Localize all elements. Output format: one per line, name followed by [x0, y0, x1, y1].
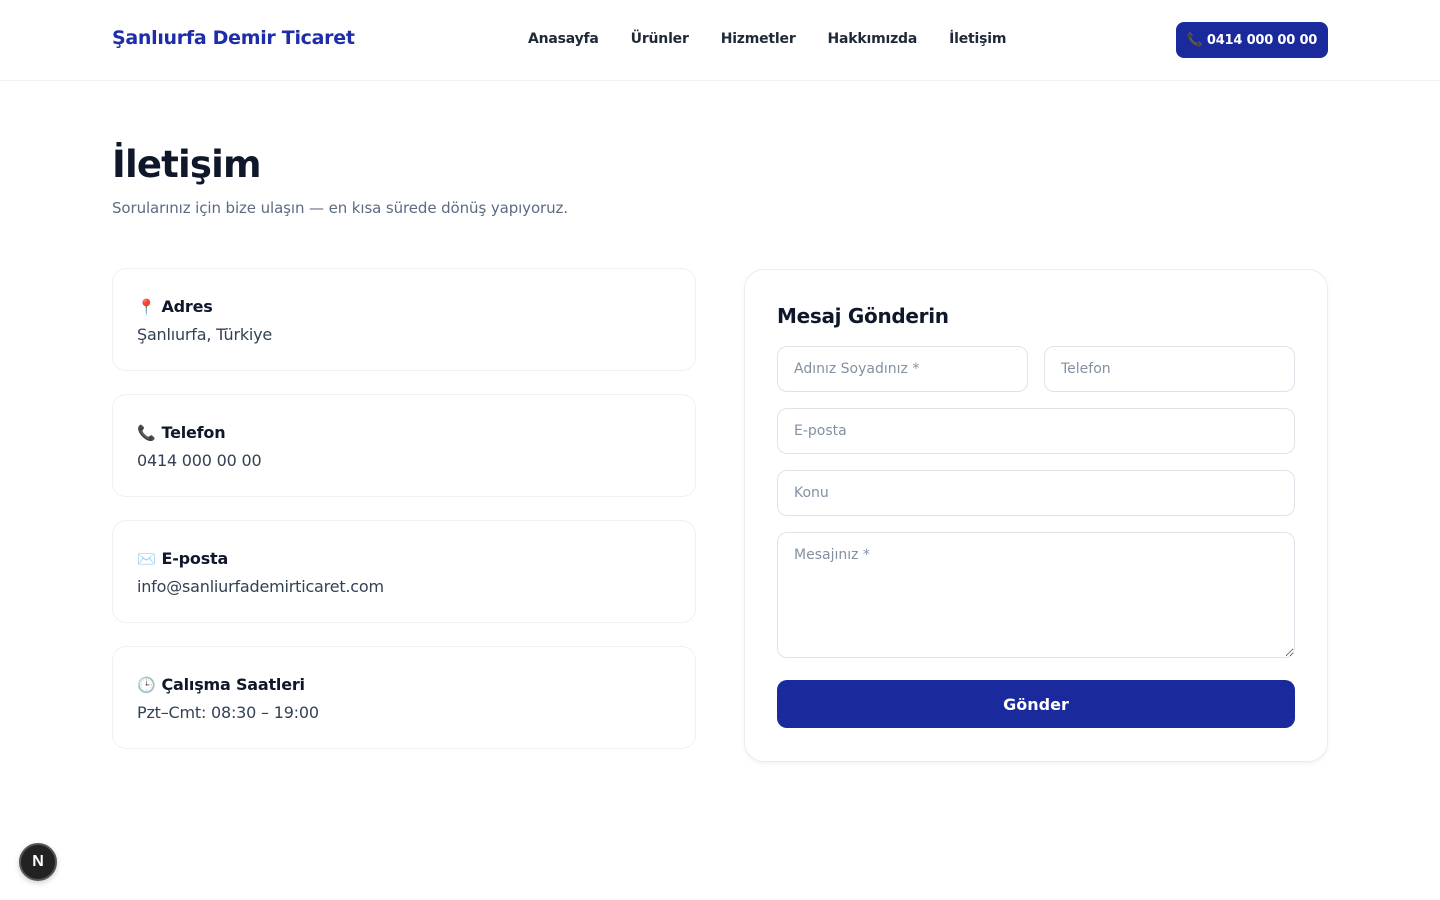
page-title: İletişim: [112, 143, 262, 186]
name-input[interactable]: [777, 346, 1028, 392]
subject-input[interactable]: [777, 470, 1295, 516]
nav-link-iletisim[interactable]: İletişim: [949, 31, 1006, 47]
email-input[interactable]: [777, 408, 1295, 454]
nav-link-anasayfa[interactable]: Anasayfa: [528, 31, 599, 47]
nav-link-urunler[interactable]: Ürünler: [631, 31, 689, 47]
phone-icon: 📞: [137, 423, 156, 442]
brand-logo[interactable]: Şanlıurfa Demir Ticaret: [112, 27, 355, 49]
contact-form: Mesaj Gönderin Gönder: [744, 269, 1328, 762]
page-subtitle: Sorularınız için bize ulaşın — en kısa s…: [112, 199, 568, 217]
hours-card: 🕒 Çalışma Saatleri Pzt–Cmt: 08:30 – 19:0…: [112, 646, 696, 749]
phone-input[interactable]: [1044, 346, 1295, 392]
clock-icon: 🕒: [137, 675, 156, 694]
nav-link-hizmetler[interactable]: Hizmetler: [721, 31, 796, 47]
address-value: Şanlıurfa, Türkiye: [137, 325, 273, 344]
call-button[interactable]: 📞 0414 000 00 00: [1176, 22, 1328, 58]
phone-card: 📞 Telefon 0414 000 00 00: [112, 394, 696, 497]
site-header: Şanlıurfa Demir Ticaret Anasayfa Ürünler…: [0, 0, 1440, 81]
nav-link-hakkimizda[interactable]: Hakkımızda: [828, 31, 918, 47]
address-card-title: Adres: [161, 297, 213, 316]
submit-button[interactable]: Gönder: [777, 680, 1295, 728]
call-button-label: 0414 000 00 00: [1206, 32, 1318, 48]
address-card: 📍 Adres Şanlıurfa, Türkiye: [112, 268, 696, 371]
phone-value[interactable]: 0414 000 00 00: [137, 451, 262, 470]
envelope-icon: ✉️: [137, 549, 156, 568]
phone-icon: 📞: [1186, 32, 1203, 48]
form-title: Mesaj Gönderin: [777, 304, 949, 328]
dev-badge[interactable]: N: [19, 843, 57, 881]
email-card: ✉️ E-posta info@sanliurfademirticaret.co…: [112, 520, 696, 623]
hours-card-title: Çalışma Saatleri: [161, 675, 305, 694]
email-card-title: E-posta: [161, 549, 229, 568]
hours-value: Pzt–Cmt: 08:30 – 19:00: [137, 703, 319, 722]
pin-icon: 📍: [137, 297, 156, 316]
message-textarea[interactable]: [777, 532, 1295, 658]
main-nav: Anasayfa Ürünler Hizmetler Hakkımızda İl…: [528, 31, 1006, 47]
email-value[interactable]: info@sanliurfademirticaret.com: [137, 577, 384, 596]
phone-card-title: Telefon: [161, 423, 226, 442]
